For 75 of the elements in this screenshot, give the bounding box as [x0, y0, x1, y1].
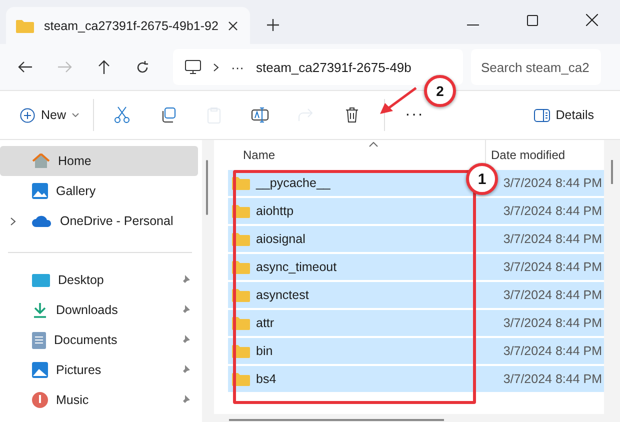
file-row[interactable]: bs4 3/7/2024 8:44 PM	[228, 366, 604, 392]
new-button[interactable]: New	[12, 98, 88, 132]
date-modified: 3/7/2024 8:44 PM	[503, 232, 603, 246]
file-row[interactable]: aiosignal 3/7/2024 8:44 PM	[228, 226, 604, 252]
rename-icon	[251, 107, 270, 123]
close-icon[interactable]	[586, 14, 598, 26]
gallery-icon	[32, 183, 48, 199]
file-row[interactable]: asynctest 3/7/2024 8:44 PM	[228, 282, 604, 308]
monitor-icon	[185, 60, 201, 74]
copy-icon	[160, 107, 176, 123]
details-button[interactable]: Details	[526, 98, 602, 132]
file-name: aiosignal	[256, 232, 306, 246]
home-icon	[32, 153, 50, 169]
file-name: async_timeout	[256, 260, 337, 274]
search-field[interactable]: Search steam_ca2	[471, 49, 601, 85]
sidebar-item[interactable]: Pictures	[0, 355, 198, 385]
date-modified: 3/7/2024 8:44 PM	[503, 316, 603, 330]
sidebar-item[interactable]: Documents	[0, 325, 198, 355]
path-segment[interactable]: steam_ca27391f-2675-49b	[256, 60, 412, 74]
pointer-arrow	[378, 86, 418, 116]
scissors-icon	[114, 106, 130, 124]
date-modified: 3/7/2024 8:44 PM	[503, 176, 603, 190]
file-name: aiohttp	[256, 204, 294, 218]
tab-title: steam_ca27391f-2675-49b1-92	[44, 18, 218, 32]
sidebar-item[interactable]: Home	[0, 146, 198, 176]
date-modified: 3/7/2024 8:44 PM	[503, 344, 603, 358]
file-name: attr	[256, 316, 274, 330]
file-row[interactable]: attr 3/7/2024 8:44 PM	[228, 310, 604, 336]
cloud-icon	[32, 215, 52, 227]
date-modified: 3/7/2024 8:44 PM	[503, 204, 603, 218]
scrollbar-thumb[interactable]	[229, 419, 444, 421]
download-icon	[32, 302, 48, 318]
caret-icon	[72, 113, 80, 117]
step-callout: 2	[424, 75, 456, 107]
sidebar-item[interactable]: Music	[0, 385, 198, 415]
maximize-icon[interactable]	[527, 15, 538, 26]
file-name: __pycache__	[256, 176, 330, 190]
path-overflow[interactable]: ···	[231, 60, 244, 74]
picture-icon	[32, 362, 48, 378]
date-modified: 3/7/2024 8:44 PM	[503, 260, 603, 274]
share-icon	[298, 108, 314, 122]
details-pane-icon	[534, 108, 550, 122]
sidebar-item[interactable]: Downloads	[0, 295, 198, 325]
scrollbar-thumb[interactable]	[206, 160, 208, 215]
date-modified: 3/7/2024 8:44 PM	[503, 288, 603, 302]
sidebar-item[interactable]: OneDrive - Personal	[0, 206, 198, 236]
address-bar[interactable]: ··· steam_ca27391f-2675-49b	[173, 49, 463, 85]
desktop-icon	[32, 274, 50, 286]
sidebar-item[interactable]: Gallery	[0, 176, 198, 206]
step-callout: 1	[466, 163, 498, 195]
column-header[interactable]: Name	[228, 148, 276, 162]
folder-icon	[16, 18, 34, 32]
close-icon[interactable]	[228, 20, 238, 30]
sort-caret-icon	[369, 142, 378, 147]
file-row[interactable]: async_timeout 3/7/2024 8:44 PM	[228, 254, 604, 280]
file-row[interactable]: aiohttp 3/7/2024 8:44 PM	[228, 198, 604, 224]
file-name: bin	[256, 344, 273, 358]
sidebar-item[interactable]: Desktop	[0, 265, 198, 295]
new-tab-icon[interactable]	[267, 19, 279, 31]
file-row[interactable]: bin 3/7/2024 8:44 PM	[228, 338, 604, 364]
refresh-icon[interactable]	[136, 60, 149, 74]
date-modified: 3/7/2024 8:44 PM	[503, 372, 603, 386]
file-name: bs4	[256, 372, 276, 386]
back-arrow-icon[interactable]	[18, 61, 32, 73]
chevron-icon	[213, 62, 219, 72]
scrollbar-thumb[interactable]	[611, 160, 613, 184]
trash-icon	[345, 107, 360, 123]
minimize-icon[interactable]	[467, 24, 479, 26]
clipboard-icon	[207, 106, 222, 124]
chevron-icon[interactable]	[10, 216, 16, 226]
up-arrow-icon[interactable]	[98, 60, 110, 74]
file-name: asynctest	[256, 288, 309, 302]
folder-tab[interactable]: steam_ca27391f-2675-49b1-92	[6, 7, 250, 44]
document-icon	[32, 332, 46, 348]
plus-circle-icon	[20, 108, 35, 122]
